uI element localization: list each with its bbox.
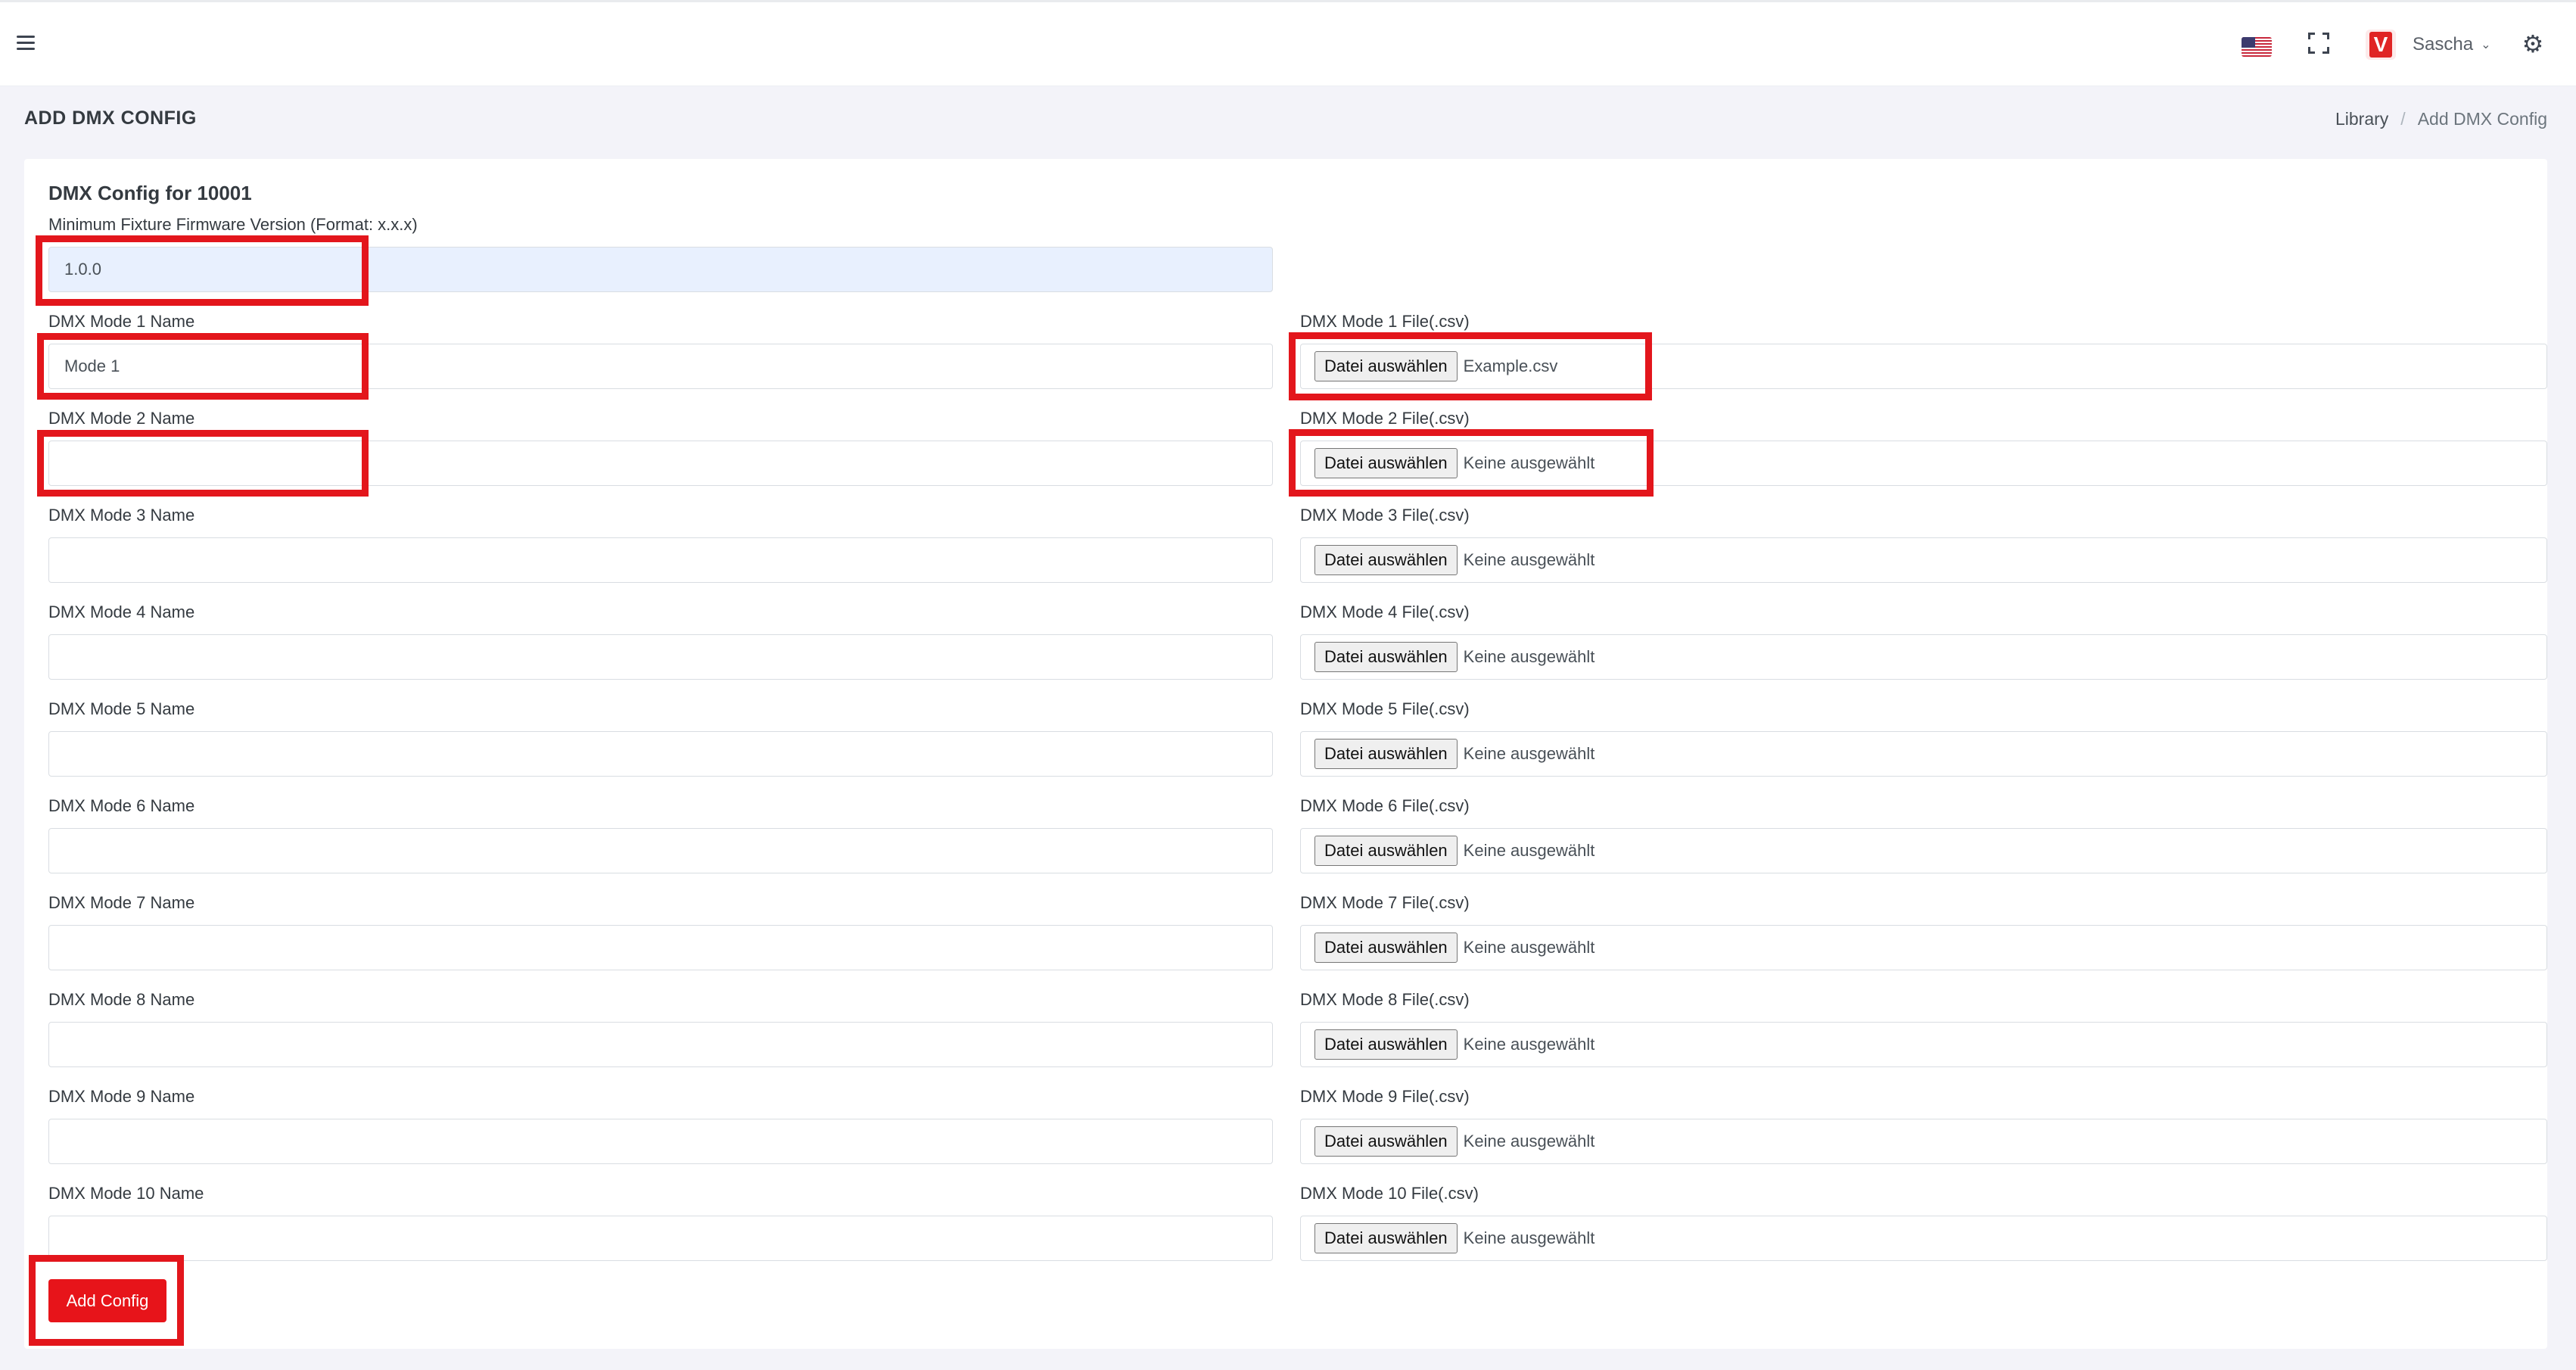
file-name-text: Keine ausgewählt bbox=[1463, 938, 1595, 957]
mode-name-input[interactable] bbox=[48, 344, 1273, 389]
mode-file-label: DMX Mode 5 File(.csv) bbox=[1300, 699, 1470, 718]
mode-name-label: DMX Mode 9 Name bbox=[48, 1087, 195, 1106]
mode-file-input[interactable]: Datei auswählen Keine ausgewählt bbox=[1300, 441, 2547, 486]
file-name-text: Keine ausgewählt bbox=[1463, 647, 1595, 666]
mode-file-input[interactable]: Datei auswählen Keine ausgewählt bbox=[1300, 1119, 2547, 1164]
mode-name-label: DMX Mode 4 Name bbox=[48, 602, 195, 621]
avatar: V bbox=[2366, 30, 2396, 60]
dmx-config-card: DMX Config for 10001 Minimum Fixture Fir… bbox=[24, 159, 2547, 1349]
mode-name-input[interactable] bbox=[48, 828, 1273, 873]
mode-name-input[interactable] bbox=[48, 441, 1273, 486]
file-name-text: Example.csv bbox=[1463, 357, 1558, 375]
mode-name-label: DMX Mode 8 Name bbox=[48, 990, 195, 1009]
breadcrumb: Library / Add DMX Config bbox=[2335, 109, 2547, 129]
fullscreen-icon[interactable] bbox=[2308, 33, 2329, 54]
firmware-label: Minimum Fixture Firmware Version (Format… bbox=[48, 215, 418, 234]
mode-name-label: DMX Mode 5 Name bbox=[48, 699, 195, 718]
file-name-text: Keine ausgewählt bbox=[1463, 1132, 1595, 1150]
file-name-text: Keine ausgewählt bbox=[1463, 1035, 1595, 1054]
mode-name-input[interactable] bbox=[48, 1119, 1273, 1164]
choose-file-button[interactable]: Datei auswählen bbox=[1314, 642, 1458, 672]
mode-file-input[interactable]: Datei auswählen Keine ausgewählt bbox=[1300, 1022, 2547, 1067]
choose-file-button[interactable]: Datei auswählen bbox=[1314, 351, 1458, 381]
hamburger-icon[interactable] bbox=[17, 36, 35, 51]
choose-file-button[interactable]: Datei auswählen bbox=[1314, 739, 1458, 769]
user-menu[interactable]: V Sascha ⌄ bbox=[2366, 30, 2490, 60]
choose-file-button[interactable]: Datei auswählen bbox=[1314, 1029, 1458, 1060]
mode-file-label: DMX Mode 2 File(.csv) bbox=[1300, 409, 1470, 428]
card-title: DMX Config for 10001 bbox=[48, 182, 252, 204]
gear-icon[interactable]: ⚙ bbox=[2520, 31, 2546, 57]
top-navbar: V Sascha ⌄ ⚙ bbox=[0, 0, 2576, 86]
mode-file-label: DMX Mode 9 File(.csv) bbox=[1300, 1087, 1470, 1106]
breadcrumb-current: Add DMX Config bbox=[2417, 109, 2547, 129]
file-name-text: Keine ausgewählt bbox=[1463, 744, 1595, 763]
mode-name-input[interactable] bbox=[48, 634, 1273, 680]
avatar-letter: V bbox=[2369, 32, 2392, 58]
file-name-text: Keine ausgewählt bbox=[1463, 550, 1595, 569]
chevron-down-icon: ⌄ bbox=[2481, 39, 2491, 51]
mode-file-input[interactable]: Datei auswählen Keine ausgewählt bbox=[1300, 634, 2547, 680]
choose-file-button[interactable]: Datei auswählen bbox=[1314, 1223, 1458, 1253]
mode-name-label: DMX Mode 2 Name bbox=[48, 409, 195, 428]
mode-name-label: DMX Mode 7 Name bbox=[48, 893, 195, 912]
choose-file-button[interactable]: Datei auswählen bbox=[1314, 836, 1458, 866]
mode-file-input[interactable]: Datei auswählen Keine ausgewählt bbox=[1300, 828, 2547, 873]
breadcrumb-separator: / bbox=[2400, 109, 2406, 129]
mode-file-input[interactable]: Datei auswählen Keine ausgewählt bbox=[1300, 1216, 2547, 1261]
mode-name-input[interactable] bbox=[48, 731, 1273, 777]
mode-name-label: DMX Mode 6 Name bbox=[48, 796, 195, 815]
file-name-text: Keine ausgewählt bbox=[1463, 1228, 1595, 1247]
choose-file-button[interactable]: Datei auswählen bbox=[1314, 448, 1458, 478]
file-name-text: Keine ausgewählt bbox=[1463, 841, 1595, 860]
mode-file-label: DMX Mode 3 File(.csv) bbox=[1300, 506, 1470, 525]
choose-file-button[interactable]: Datei auswählen bbox=[1314, 1126, 1458, 1157]
mode-name-label: DMX Mode 3 Name bbox=[48, 506, 195, 525]
mode-file-input[interactable]: Datei auswählen Keine ausgewählt bbox=[1300, 925, 2547, 970]
mode-file-label: DMX Mode 6 File(.csv) bbox=[1300, 796, 1470, 815]
page-title: ADD DMX CONFIG bbox=[24, 107, 197, 129]
mode-name-input[interactable] bbox=[48, 1216, 1273, 1261]
mode-file-label: DMX Mode 7 File(.csv) bbox=[1300, 893, 1470, 912]
us-flag-icon[interactable] bbox=[2242, 37, 2272, 57]
mode-file-input[interactable]: Datei auswählen Example.csv bbox=[1300, 344, 2547, 389]
add-config-button[interactable]: Add Config bbox=[48, 1279, 166, 1322]
breadcrumb-library[interactable]: Library bbox=[2335, 109, 2388, 129]
choose-file-button[interactable]: Datei auswählen bbox=[1314, 933, 1458, 963]
choose-file-button[interactable]: Datei auswählen bbox=[1314, 545, 1458, 575]
mode-name-label: DMX Mode 10 Name bbox=[48, 1184, 204, 1203]
mode-file-label: DMX Mode 4 File(.csv) bbox=[1300, 602, 1470, 621]
mode-name-input[interactable] bbox=[48, 537, 1273, 583]
mode-file-label: DMX Mode 8 File(.csv) bbox=[1300, 990, 1470, 1009]
mode-file-input[interactable]: Datei auswählen Keine ausgewählt bbox=[1300, 731, 2547, 777]
mode-name-input[interactable] bbox=[48, 925, 1273, 970]
mode-name-label: DMX Mode 1 Name bbox=[48, 312, 195, 331]
mode-file-label: DMX Mode 10 File(.csv) bbox=[1300, 1184, 1479, 1203]
user-name: Sascha bbox=[2413, 34, 2474, 54]
firmware-version-input[interactable] bbox=[48, 247, 1273, 292]
mode-name-input[interactable] bbox=[48, 1022, 1273, 1067]
mode-file-input[interactable]: Datei auswählen Keine ausgewählt bbox=[1300, 537, 2547, 583]
file-name-text: Keine ausgewählt bbox=[1463, 453, 1595, 472]
mode-file-label: DMX Mode 1 File(.csv) bbox=[1300, 312, 1470, 331]
